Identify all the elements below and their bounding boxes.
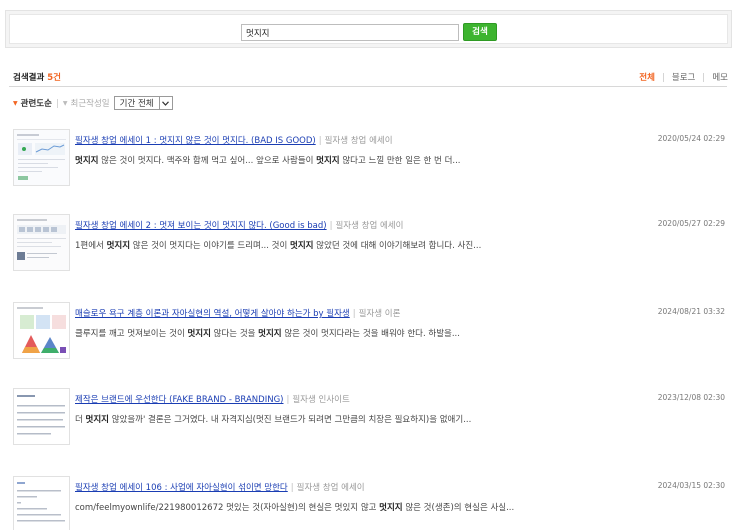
- result-date: 2024/03/15 02:30: [657, 481, 725, 490]
- snippet-keyword: 멋지지: [85, 415, 109, 425]
- result-title-link[interactable]: 필자생 창업 에세이 106 : 사업에 자아실현이 섞이면 망한다: [75, 483, 288, 493]
- result-snippet: 멋지지 않은 것이 멋지다. 맥주와 함께 먹고 싶어... 앞으로 사람들이 …: [75, 154, 461, 166]
- title-separator: |: [286, 395, 290, 405]
- sort-recent[interactable]: 최근작성일: [71, 97, 110, 109]
- tab-all[interactable]: 전체: [639, 71, 655, 83]
- title-separator: |: [352, 309, 356, 319]
- snippet-keyword: 멋지지: [187, 329, 211, 339]
- title-separator: |: [329, 221, 333, 231]
- snippet-text: 않았던 것에 대해 이야기해보려 합니다. 사진...: [313, 241, 482, 251]
- tab-divider: [662, 72, 664, 82]
- tab-memo[interactable]: 메모: [712, 71, 728, 83]
- tab-blog[interactable]: 블로그: [672, 71, 695, 83]
- results-count-heading: 검색결과 5건: [13, 71, 61, 83]
- snippet-text: 않다는 것을: [210, 329, 259, 339]
- results-count: 5건: [47, 73, 61, 83]
- results-label: 검색결과: [13, 73, 45, 83]
- result-date: 2024/08/21 03:32: [657, 307, 725, 316]
- sort-bar: ▼ 관련도순 ▼ 최근작성일 기간 전체: [13, 96, 173, 110]
- snippet-text: 않은 것이 멋지다. 맥주와 함께 먹고 싶어... 앞으로 사람들이: [98, 156, 317, 166]
- snippet-keyword: 멋지지: [379, 503, 403, 513]
- result-title-line: 필자생 창업 에세이 2 : 멋져 보이는 것이 멋지지 않다. (Good i…: [75, 219, 403, 231]
- result-thumbnail[interactable]: [13, 214, 70, 271]
- result-item: 필자생 창업 에세이 2 : 멋져 보이는 것이 멋지지 않다. (Good i…: [13, 214, 725, 274]
- result-title-line: 필자생 창업 에세이 1 : 멋지지 않은 것이 멋지다. (BAD IS GO…: [75, 134, 393, 146]
- result-blog-name[interactable]: 필자생 창업 에세이: [335, 221, 403, 231]
- result-title-link[interactable]: 필자생 창업 에세이 1 : 멋지지 않은 것이 멋지다. (BAD IS GO…: [75, 136, 316, 146]
- snippet-text: 않다고 느낄 만한 일은 한 번 더...: [339, 156, 461, 166]
- snippet-keyword: 멋지지: [290, 241, 314, 251]
- result-date: 2020/05/27 02:29: [657, 219, 725, 228]
- chevron-down-icon[interactable]: [158, 97, 172, 109]
- period-select-value: 기간 전체: [119, 99, 154, 109]
- result-blog-name[interactable]: 필자생 인사이트: [292, 395, 349, 405]
- result-thumbnail[interactable]: [13, 129, 70, 186]
- search-button[interactable]: 검색: [463, 23, 497, 41]
- snippet-keyword: 멋지지: [316, 156, 340, 166]
- search-panel-inner: 검색: [9, 14, 728, 44]
- result-snippet: 1편에서 멋지지 않은 것이 멋지다는 이야기를 드리며... 것이 멋지지 않…: [75, 239, 481, 251]
- snippet-text: 않은 것이 멋지다는 이야기를 드리며... 것이: [130, 241, 291, 251]
- search-input[interactable]: [241, 24, 459, 41]
- result-title-line: 필자생 창업 에세이 106 : 사업에 자아실현이 섞이면 망한다 | 필자생 창…: [75, 481, 365, 493]
- sort-divider: [56, 98, 58, 108]
- result-thumbnail[interactable]: [13, 388, 70, 445]
- result-snippet: com/feelmyownlife/221980012672 멋있는 것(자아실…: [75, 501, 514, 513]
- snippet-text: 1편에서: [75, 241, 107, 251]
- snippet-text: com/feelmyownlife/221980012672 멋있는 것(자아실…: [75, 503, 380, 513]
- sort-bullet-icon: ▼: [13, 99, 18, 107]
- search-panel: 검색: [5, 10, 732, 48]
- snippet-keyword: 멋지지: [106, 241, 131, 251]
- snippet-text: 않았을까' 결론은 그거였다. 내 자격지심(멋진 브랜드가 되려면 그만큼의 …: [109, 415, 472, 425]
- result-item: 필자생 창업 에세이 106 : 사업에 자아실현이 섞이면 망한다 | 필자생 창…: [13, 476, 725, 530]
- result-blog-name[interactable]: 필자생 창업 에세이: [325, 136, 393, 146]
- result-date: 2020/05/24 02:29: [657, 134, 725, 143]
- result-date: 2023/12/08 02:30: [657, 393, 725, 402]
- result-thumbnail[interactable]: [13, 476, 70, 530]
- result-blog-name[interactable]: 필자생 창업 에세이: [297, 483, 365, 493]
- filter-tabs: 전체 블로그 메모: [639, 71, 728, 83]
- sort-bullet-icon: ▼: [62, 99, 68, 107]
- title-separator: |: [290, 483, 294, 493]
- result-blog-name[interactable]: 필자생 이론: [359, 309, 401, 319]
- result-title-line: 제작은 브랜드에 우선한다 (FAKE BRAND - BRANDING) | 필자…: [75, 393, 350, 405]
- result-item: 필자생 창업 에세이 1 : 멋지지 않은 것이 멋지다. (BAD IS GO…: [13, 129, 725, 189]
- snippet-keyword: 멋지지: [75, 156, 99, 166]
- snippet-text: 더: [75, 415, 86, 425]
- period-select[interactable]: 기간 전체: [113, 96, 173, 110]
- result-snippet: 더 멋지지 않았을까' 결론은 그거였다. 내 자격지심(멋진 브랜드가 되려면…: [75, 413, 471, 425]
- result-item: 매슬로우 욕구 계층 이론과 자아실현의 역설, 어떻게 살아야 하는가 by …: [13, 302, 725, 362]
- result-title-line: 매슬로우 욕구 계층 이론과 자아실현의 역설, 어떻게 살아야 하는가 by …: [75, 307, 400, 319]
- result-snippet: 클루지를 깨고 멋져보이는 것이 멋지지 않다는 것을 멋지지 않은 것이 멋지…: [75, 327, 460, 339]
- result-item: 제작은 브랜드에 우선한다 (FAKE BRAND - BRANDING) | 필자…: [13, 388, 725, 448]
- snippet-keyword: 멋지지: [258, 329, 282, 339]
- result-title-link[interactable]: 제작은 브랜드에 우선한다 (FAKE BRAND - BRANDING): [75, 395, 283, 405]
- header-divider: [9, 86, 727, 87]
- snippet-text: 않은 것(생존)의 현실은 사실...: [402, 503, 515, 513]
- result-title-link[interactable]: 매슬로우 욕구 계층 이론과 자아실현의 역설, 어떻게 살아야 하는가 by …: [75, 309, 350, 319]
- title-separator: |: [318, 136, 322, 146]
- sort-relevance[interactable]: 관련도순: [21, 97, 52, 109]
- result-title-link[interactable]: 필자생 창업 에세이 2 : 멋져 보이는 것이 멋지지 않다. (Good i…: [75, 221, 327, 231]
- tab-divider: [703, 72, 705, 82]
- snippet-text: 않은 것이 멋지다라는 것을 배워야 한다. 하발을...: [281, 329, 460, 339]
- snippet-text: 클루지를 깨고 멋져보이는 것이: [75, 329, 188, 339]
- result-thumbnail[interactable]: [13, 302, 70, 359]
